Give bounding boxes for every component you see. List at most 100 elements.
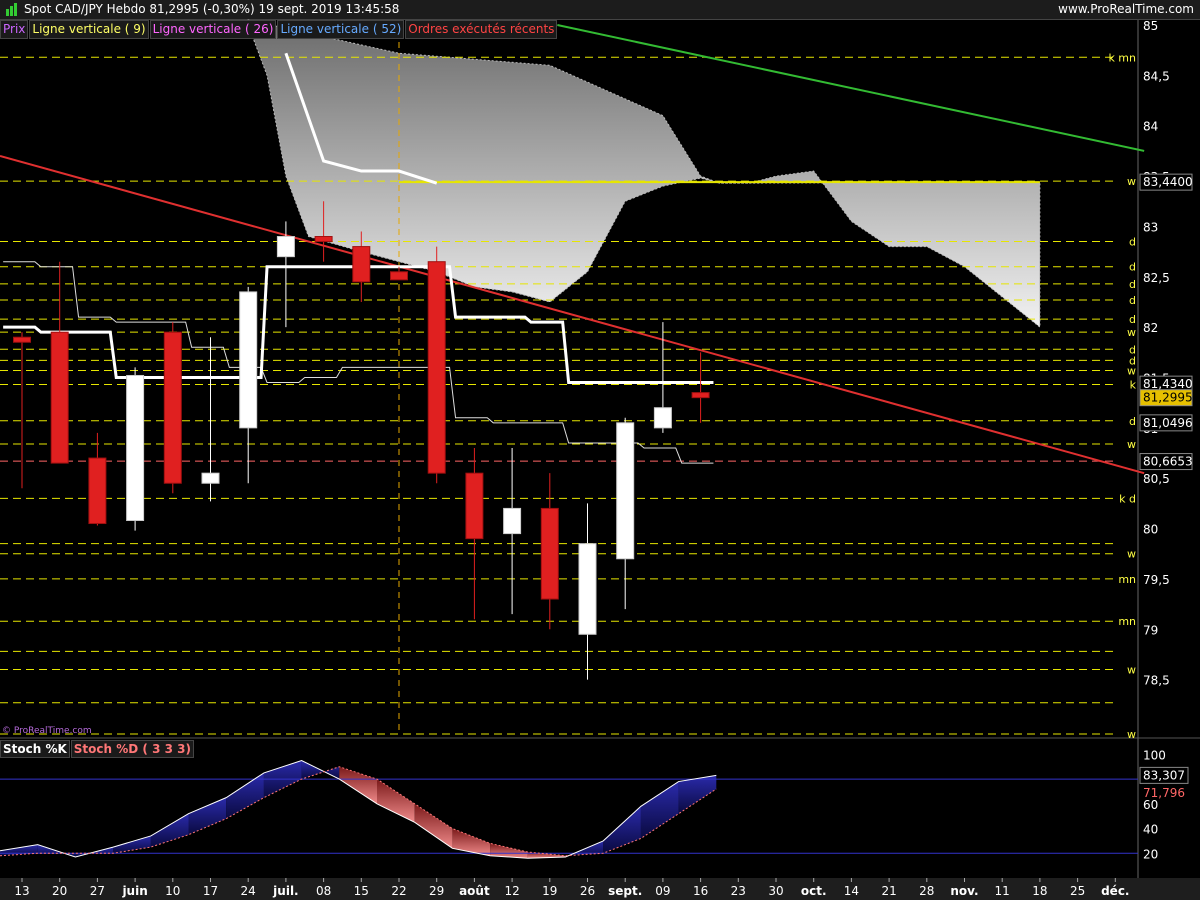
- x-tick-label: 11: [995, 884, 1010, 898]
- price-tick-label: 78,5: [1143, 674, 1170, 688]
- price-label: 81,4340: [1143, 377, 1193, 391]
- candle-body: [50, 331, 69, 464]
- price-tick-label: 79,5: [1143, 573, 1170, 587]
- legend-line-26[interactable]: Ligne verticale ( 26): [149, 20, 277, 39]
- candle-body: [390, 271, 408, 281]
- level-tag: w: [1127, 548, 1136, 561]
- legend-line-9[interactable]: Ligne verticale ( 9): [29, 20, 149, 39]
- price-tick-label: 80,5: [1143, 472, 1170, 486]
- level-tag: k d: [1119, 492, 1136, 505]
- candle-body: [239, 291, 258, 429]
- x-tick-label: 14: [844, 884, 859, 898]
- candle-body: [88, 457, 107, 525]
- chart-area[interactable]: k mnwdddddwddwkdwk dwmnmnww78,57979,5808…: [0, 0, 1200, 900]
- x-tick-label: 13: [14, 884, 29, 898]
- price-label: 81,0496: [1143, 416, 1193, 430]
- x-tick-label: 22: [391, 884, 406, 898]
- legend-prix[interactable]: Prix: [0, 20, 29, 39]
- level-tag: w: [1127, 438, 1136, 451]
- candle-body: [201, 472, 220, 484]
- candle-body: [352, 246, 371, 283]
- x-tick-label: 25: [1070, 884, 1085, 898]
- stoch-d-value: 71,796: [1143, 786, 1185, 800]
- x-tick-label: 29: [429, 884, 444, 898]
- x-tick-label: juin: [121, 884, 147, 898]
- candle-body: [540, 507, 559, 600]
- x-tick-label: 16: [693, 884, 708, 898]
- x-tick-label: 08: [316, 884, 331, 898]
- stoch-tick-label: 40: [1143, 823, 1158, 837]
- stoch-tick-label: 100: [1143, 748, 1166, 762]
- candle-body: [427, 261, 446, 474]
- x-tick-label: 20: [52, 884, 67, 898]
- x-tick-label: oct.: [801, 884, 827, 898]
- x-tick-label: 12: [504, 884, 519, 898]
- x-tick-label: 26: [580, 884, 595, 898]
- price-tick-label: 79: [1143, 623, 1158, 637]
- candle-body: [503, 507, 522, 535]
- level-tag: w: [1127, 364, 1136, 377]
- x-tick-label: 21: [881, 884, 896, 898]
- x-tick-label: 27: [90, 884, 105, 898]
- price-tick-label: 82,5: [1143, 271, 1170, 285]
- price-tick-label: 85: [1143, 19, 1158, 33]
- level-tag: d: [1129, 313, 1136, 326]
- legend-line-52[interactable]: Ligne verticale ( 52): [277, 20, 405, 39]
- x-tick-label: nov.: [950, 884, 978, 898]
- x-tick-label: juil.: [272, 884, 298, 898]
- candle-body: [13, 336, 31, 343]
- price-tick-label: 80: [1143, 523, 1158, 537]
- x-tick-label: 17: [203, 884, 218, 898]
- level-tag: mn: [1118, 615, 1136, 628]
- x-tick-label: 10: [165, 884, 180, 898]
- level-tag: d: [1129, 278, 1136, 291]
- x-tick-label: 18: [1032, 884, 1047, 898]
- level-tag: k: [1130, 379, 1137, 392]
- stoch-legend: Stoch %K Stoch %D ( 3 3 3): [0, 740, 195, 758]
- watermark: © ProRealTime.com: [2, 726, 92, 736]
- candle-body: [653, 407, 672, 429]
- x-tick-label: 30: [768, 884, 783, 898]
- price-tick-label: 82: [1143, 321, 1158, 335]
- candle-body: [616, 422, 635, 560]
- x-tick-label: 24: [241, 884, 256, 898]
- candle-body: [163, 331, 182, 484]
- level-tag: w: [1127, 175, 1136, 188]
- candle-body: [691, 392, 710, 399]
- legend-stoch-d[interactable]: Stoch %D ( 3 3 3): [70, 740, 194, 758]
- level-tag: d: [1129, 236, 1136, 249]
- price-tick-label: 84,5: [1143, 69, 1170, 83]
- level-tag: d: [1129, 415, 1136, 428]
- candle-body: [578, 543, 597, 635]
- stoch-k-value: 83,307: [1143, 768, 1185, 782]
- x-tick-label: 15: [354, 884, 369, 898]
- level-tag: w: [1127, 664, 1136, 677]
- level-tag: mn: [1118, 573, 1136, 586]
- price-tick-label: 83: [1143, 220, 1158, 234]
- price-legend: Prix Ligne verticale ( 9) Ligne verticale …: [0, 20, 558, 39]
- price-label: 83,4400: [1143, 175, 1193, 189]
- level-tag: k mn: [1108, 51, 1136, 64]
- level-tag: w: [1127, 728, 1136, 741]
- x-tick-label: déc.: [1101, 884, 1129, 898]
- level-tag: w: [1127, 326, 1136, 339]
- x-tick-label: août: [459, 884, 490, 898]
- price-label: 80,6653: [1143, 455, 1193, 469]
- candle-body: [126, 374, 145, 521]
- x-tick-label: 28: [919, 884, 934, 898]
- x-tick-label: 23: [731, 884, 746, 898]
- price-label: 81,2995: [1143, 391, 1193, 405]
- legend-recent-orders[interactable]: Ordres exécutés récents: [405, 20, 558, 39]
- candle-body: [314, 236, 333, 243]
- level-tag: d: [1129, 261, 1136, 274]
- x-tick-label: sept.: [608, 884, 642, 898]
- level-tag: d: [1129, 294, 1136, 307]
- x-tick-label: 19: [542, 884, 557, 898]
- stoch-tick-label: 20: [1143, 847, 1158, 861]
- stoch-pane: [0, 742, 1138, 878]
- legend-stoch-k[interactable]: Stoch %K: [0, 740, 70, 758]
- price-tick-label: 84: [1143, 120, 1158, 134]
- candle-body: [276, 236, 295, 258]
- candle-body: [465, 472, 484, 540]
- x-tick-label: 09: [655, 884, 670, 898]
